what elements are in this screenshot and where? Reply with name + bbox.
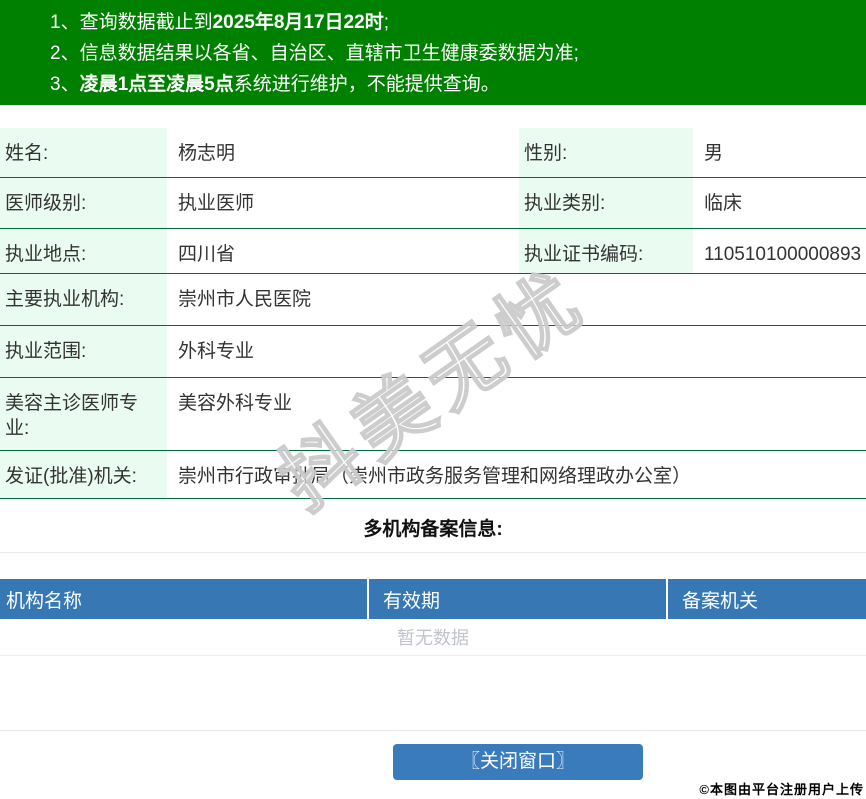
field-label-gender: 性别: [519, 128, 693, 177]
detail-row-location-cert: 执业地点: 四川省 执业证书编码: 110510100000893 [0, 229, 866, 274]
field-value-doctor-level: 执业医师 [167, 178, 519, 228]
detail-row-name-gender: 姓名: 杨志明 性别: 男 [0, 128, 866, 178]
footer: 〖关闭窗口〗 ©本图由平台注册用户上传 [0, 744, 866, 799]
detail-row-practice-scope: 执业范围: 外科专业 [0, 326, 866, 378]
notice-line-1: 1、查询数据截止到2025年8月17日22时; [50, 12, 389, 33]
field-label-practice-scope: 执业范围: [0, 326, 167, 377]
field-label-cert-number: 执业证书编码: [519, 229, 693, 273]
field-label-practice-category: 执业类别: [519, 178, 693, 228]
field-value-practice-scope: 外科专业 [167, 326, 866, 377]
col-header-institution-name: 机构名称 [0, 579, 369, 619]
col-header-validity-period: 有效期 [369, 579, 668, 619]
field-value-gender: 男 [693, 128, 866, 177]
doctor-details-table: 姓名: 杨志明 性别: 男 医师级别: 执业医师 执业类别: 临床 执业地点: … [0, 128, 866, 499]
upload-credit-text: ©本图由平台注册用户上传 [699, 782, 864, 797]
field-value-cert-number: 110510100000893 [693, 229, 866, 273]
field-label-issuing-authority: 发证(批准)机关: [0, 451, 167, 498]
field-value-cosmetic-specialty: 美容外科专业 [167, 378, 866, 450]
field-label-practice-location: 执业地点: [0, 229, 167, 273]
close-window-button[interactable]: 〖关闭窗口〗 [393, 744, 643, 780]
field-value-issuing-authority: 崇州市行政审批局（崇州市政务服务管理和网络理政办公室） [167, 451, 866, 498]
field-label-doctor-level: 医师级别: [0, 178, 167, 228]
multi-org-title: 多机构备案信息: [363, 519, 503, 540]
detail-row-level-category: 医师级别: 执业医师 执业类别: 临床 [0, 178, 866, 229]
notice-line-2: 2、信息数据结果以各省、自治区、直辖市卫生健康委数据为准; [50, 43, 579, 64]
field-value-practice-category: 临床 [693, 178, 866, 228]
field-value-practice-location: 四川省 [167, 229, 519, 273]
notice-banner: 1、查询数据截止到2025年8月17日22时; 2、信息数据结果以各省、自治区、… [0, 0, 866, 105]
field-label-cosmetic-specialty: 美容主诊医师专业: [0, 378, 167, 450]
col-header-record-authority: 备案机关 [668, 579, 866, 619]
field-label-main-institution: 主要执业机构: [0, 274, 167, 325]
content-spacer [0, 656, 866, 731]
multi-org-record-table: 机构名称 有效期 备案机关 暂无数据 [0, 579, 866, 656]
field-value-main-institution: 崇州市人民医院 [167, 274, 866, 325]
detail-row-issuing-authority: 发证(批准)机关: 崇州市行政审批局（崇州市政务服务管理和网络理政办公室） [0, 451, 866, 499]
detail-row-cosmetic-specialty: 美容主诊医师专业: 美容外科专业 [0, 378, 866, 451]
detail-row-main-institution: 主要执业机构: 崇州市人民医院 [0, 274, 866, 326]
record-table-header: 机构名称 有效期 备案机关 [0, 579, 866, 619]
multi-org-section-header: 多机构备案信息: [0, 499, 866, 553]
field-value-name: 杨志明 [167, 128, 519, 177]
field-label-name: 姓名: [0, 128, 167, 177]
notice-line-3: 3、凌晨1点至凌晨5点系统进行维护，不能提供查询。 [50, 74, 500, 95]
empty-data-text: 暂无数据 [0, 619, 866, 656]
